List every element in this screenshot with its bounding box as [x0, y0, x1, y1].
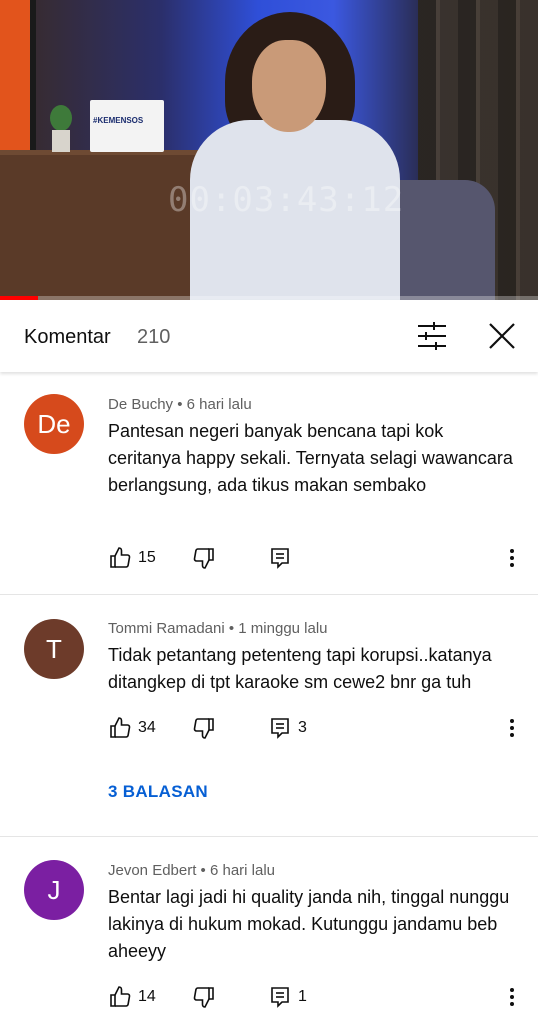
- thumbs-up-icon: [110, 547, 131, 568]
- dislike-button[interactable]: [192, 545, 216, 571]
- dislike-button[interactable]: [192, 715, 216, 741]
- comment-meta[interactable]: Tommi Ramadani • 1 minggu lalu: [108, 620, 328, 637]
- reply-icon: [271, 718, 289, 739]
- avatar[interactable]: J: [24, 860, 84, 920]
- divider: [0, 594, 538, 595]
- like-count: 34: [138, 719, 156, 736]
- reply-button[interactable]: 1: [268, 984, 307, 1010]
- reply-icon: [271, 987, 289, 1008]
- timecode-watermark: 00:03:43:12: [168, 180, 405, 220]
- comment-actions: 34 3: [108, 715, 528, 741]
- comment-meta[interactable]: De Buchy • 6 hari lalu: [108, 396, 252, 413]
- background-screen: [0, 0, 36, 150]
- avatar[interactable]: T: [24, 619, 84, 679]
- view-replies-button[interactable]: 3 BALASAN: [108, 782, 208, 802]
- more-options-icon[interactable]: [502, 715, 522, 741]
- avatar[interactable]: De: [24, 394, 84, 454]
- comments-count: 210: [137, 326, 171, 348]
- comments-header: Komentar 210: [0, 300, 538, 372]
- reply-button[interactable]: 3: [268, 715, 307, 741]
- reply-count: 3: [298, 719, 307, 736]
- thumbs-up-icon: [110, 717, 131, 738]
- like-button[interactable]: 15: [108, 545, 156, 571]
- kemensos-sign-text: #KEMENSOS: [93, 116, 144, 125]
- avatar-initials: J: [47, 874, 61, 905]
- comments-title: Komentar: [24, 326, 111, 348]
- divider: [0, 836, 538, 837]
- thumbs-up-icon: [110, 986, 131, 1007]
- comment-actions: 15: [108, 545, 528, 571]
- comment-meta[interactable]: Jevon Edbert • 6 hari lalu: [108, 862, 275, 879]
- reply-button[interactable]: [268, 545, 292, 571]
- avatar-initials: De: [37, 408, 71, 439]
- reply-count: 1: [298, 988, 307, 1005]
- comment-text: Pantesan negeri banyak bencana tapi kok …: [108, 421, 513, 495]
- dislike-button[interactable]: [192, 984, 216, 1010]
- thumbs-down-icon: [193, 987, 214, 1008]
- more-options-icon[interactable]: [502, 545, 522, 571]
- plant-pot: [52, 130, 70, 152]
- video-player[interactable]: #KEMENSOS 00:03:43:12: [0, 0, 538, 300]
- like-count: 15: [138, 549, 156, 566]
- reply-icon: [271, 548, 289, 569]
- plant-decoration: [50, 105, 72, 131]
- avatar-initials: T: [46, 633, 62, 664]
- comment-actions: 14 1: [108, 984, 528, 1010]
- close-icon[interactable]: [486, 320, 518, 352]
- more-options-icon[interactable]: [502, 984, 522, 1010]
- kemensos-sign: [90, 100, 164, 152]
- like-count: 14: [138, 988, 156, 1005]
- like-button[interactable]: 14: [108, 984, 156, 1010]
- like-button[interactable]: 34: [108, 715, 156, 741]
- person-face: [252, 40, 326, 132]
- comment-text: Tidak petantang petenteng tapi korupsi..…: [108, 645, 492, 692]
- thumbs-down-icon: [193, 718, 214, 739]
- sort-filter-icon[interactable]: [416, 320, 448, 352]
- background-shelf: [0, 155, 200, 300]
- comment-text: Bentar lagi jadi hi quality janda nih, t…: [108, 887, 510, 961]
- thumbs-down-icon: [193, 548, 214, 569]
